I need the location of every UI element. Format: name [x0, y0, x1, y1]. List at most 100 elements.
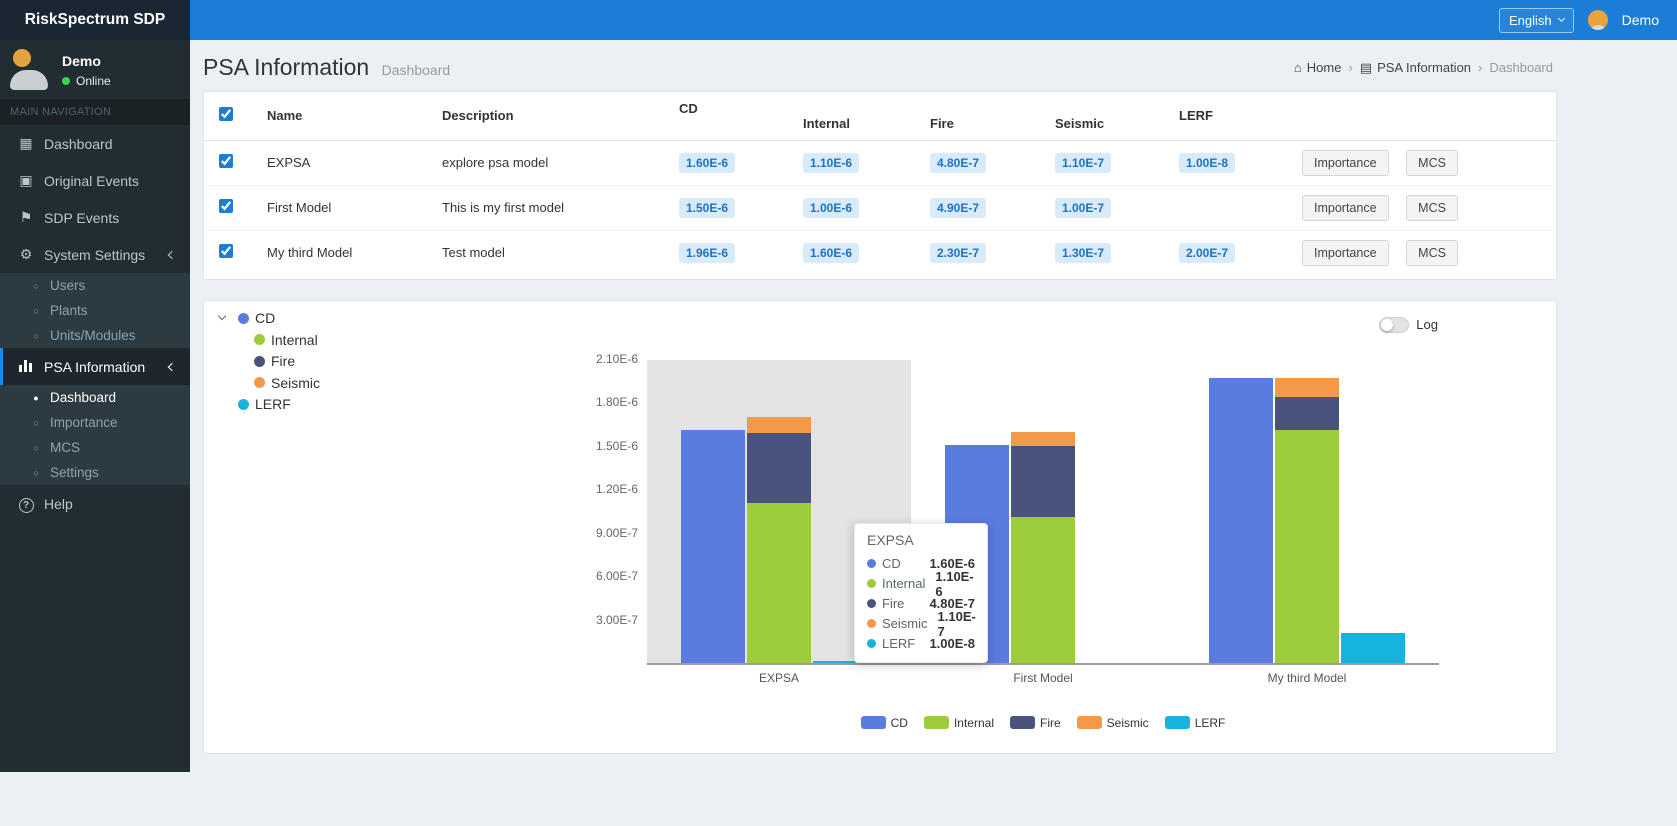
legend-item-internal[interactable]: Internal — [214, 329, 320, 351]
user-menu[interactable]: Demo — [1622, 12, 1659, 28]
main-content: PSA Information Dashboard ⌂Home › ▤PSA I… — [190, 40, 1677, 826]
sidebar-item-help[interactable]: ? Help — [0, 485, 190, 522]
sidebar-toggle-button[interactable] — [190, 0, 236, 40]
row-checkbox[interactable] — [219, 199, 233, 213]
legend-item-cd[interactable]: CD — [861, 716, 908, 730]
bar-cd-my-third-model[interactable] — [1209, 378, 1273, 663]
internal-value-badge[interactable]: 1.00E-6 — [803, 198, 859, 218]
internal-value-badge[interactable]: 1.10E-6 — [803, 153, 859, 173]
sidebar-item-users[interactable]: ○Users — [0, 273, 190, 298]
sidebar-item-sdp-events[interactable]: ⚑ SDP Events — [0, 199, 190, 236]
toggle-switch[interactable] — [1379, 317, 1409, 333]
y-tick-label: 1.80E-6 — [556, 395, 638, 409]
sidebar-item-label: Dashboard — [44, 136, 113, 152]
bar-seismic-my-third-model[interactable] — [1275, 378, 1339, 397]
seismic-value-badge[interactable]: 1.10E-7 — [1055, 153, 1111, 173]
column-header-internal[interactable]: Internal — [795, 92, 922, 140]
x-axis-label: EXPSA — [647, 671, 911, 685]
sidebar-item-settings[interactable]: ○Settings — [0, 460, 190, 485]
legend-item-fire[interactable]: Fire — [214, 351, 320, 373]
sidebar-user-name: Demo — [62, 53, 111, 69]
column-header-description[interactable]: Description — [434, 92, 671, 140]
column-header-lerf[interactable]: LERF — [1171, 92, 1294, 140]
bar-fire-my-third-model[interactable] — [1275, 397, 1339, 430]
select-all-checkbox[interactable] — [219, 107, 233, 121]
sidebar-item-psa-dashboard[interactable]: ●Dashboard — [0, 385, 190, 410]
legend-label: LERF — [1195, 716, 1226, 730]
sidebar-item-plants[interactable]: ○Plants — [0, 298, 190, 323]
internal-value-badge[interactable]: 1.60E-6 — [803, 243, 859, 263]
legend-item-fire[interactable]: Fire — [1010, 716, 1061, 730]
breadcrumb-home[interactable]: ⌂Home — [1294, 60, 1342, 75]
legend-item-internal[interactable]: Internal — [924, 716, 994, 730]
sidebar-item-dashboard[interactable]: ▦ Dashboard — [0, 125, 190, 162]
legend-item-seismic[interactable]: Seismic — [1077, 716, 1149, 730]
bar-seismic-expsa[interactable] — [747, 417, 811, 433]
importance-button[interactable]: Importance — [1302, 195, 1389, 221]
sidebar-item-system-settings[interactable]: ⚙ System Settings — [0, 236, 190, 273]
row-checkbox[interactable] — [219, 154, 233, 168]
language-dropdown[interactable]: English — [1499, 8, 1574, 33]
importance-button[interactable]: Importance — [1302, 150, 1389, 176]
row-checkbox[interactable] — [219, 244, 233, 258]
page-title-block: PSA Information Dashboard — [203, 54, 450, 81]
bar-seismic-first-model[interactable] — [1011, 432, 1075, 447]
seismic-value-badge[interactable]: 1.00E-7 — [1055, 198, 1111, 218]
app-logo[interactable]: RiskSpectrum SDP — [0, 0, 190, 40]
seismic-legend-dot — [254, 377, 265, 388]
tooltip-value: 1.10E-7 — [938, 609, 976, 639]
chevron-down-icon[interactable] — [218, 311, 226, 319]
importance-button[interactable]: Importance — [1302, 240, 1389, 266]
user-avatar[interactable] — [1588, 10, 1608, 30]
nav-section-label: MAIN NAVIGATION — [0, 99, 190, 125]
column-header-name[interactable]: Name — [259, 92, 434, 140]
bar-internal-expsa[interactable] — [747, 503, 811, 663]
mcs-button[interactable]: MCS — [1406, 150, 1458, 176]
mcs-button[interactable]: MCS — [1406, 195, 1458, 221]
tooltip-row: LERF1.00E-8 — [867, 634, 975, 654]
sidebar-item-importance[interactable]: ○Importance — [0, 410, 190, 435]
tooltip-label: Internal — [882, 576, 925, 591]
seismic-swatch — [1077, 716, 1102, 729]
legend-item-seismic[interactable]: Seismic — [214, 372, 320, 394]
bar-chart-icon — [15, 359, 37, 375]
legend-item-cd[interactable]: CD — [214, 308, 320, 330]
y-tick-label: 3.00E-7 — [556, 613, 638, 627]
tooltip-value: 1.00E-8 — [929, 636, 975, 651]
x-axis-label: My third Model — [1175, 671, 1439, 685]
breadcrumb-psa-information[interactable]: ▤PSA Information — [1360, 60, 1471, 76]
sidebar-item-original-events[interactable]: ▣ Original Events — [0, 162, 190, 199]
log-toggle-label: Log — [1416, 317, 1438, 332]
gear-icon: ⚙ — [15, 246, 37, 263]
column-header-fire[interactable]: Fire — [922, 92, 1047, 140]
internal-swatch — [924, 716, 949, 729]
legend-item-lerf[interactable]: LERF — [214, 394, 320, 416]
fire-value-badge[interactable]: 2.30E-7 — [930, 243, 986, 263]
sidebar-item-units-modules[interactable]: ○Units/Modules — [0, 323, 190, 348]
bar-fire-first-model[interactable] — [1011, 446, 1075, 517]
bar-internal-my-third-model[interactable] — [1275, 430, 1339, 662]
archive-icon: ▣ — [15, 172, 37, 189]
cd-value-badge[interactable]: 1.96E-6 — [679, 243, 735, 263]
bar-column — [1077, 360, 1141, 663]
lerf-legend-dot — [238, 399, 249, 410]
log-scale-toggle[interactable]: Log — [1379, 317, 1438, 333]
bar-cd-expsa[interactable] — [681, 430, 745, 662]
sidebar-item-psa-information[interactable]: PSA Information — [0, 348, 190, 385]
column-header-cd[interactable]: CD — [671, 92, 795, 140]
cd-value-badge[interactable]: 1.50E-6 — [679, 198, 735, 218]
bar-lerf-my-third-model[interactable] — [1341, 633, 1405, 662]
bar-fire-expsa[interactable] — [747, 433, 811, 503]
seismic-value-badge[interactable]: 1.30E-7 — [1055, 243, 1111, 263]
column-header-seismic[interactable]: Seismic — [1047, 92, 1171, 140]
bar-internal-first-model[interactable] — [1011, 517, 1075, 662]
sidebar-item-mcs[interactable]: ○MCS — [0, 435, 190, 460]
cd-value-badge[interactable]: 1.60E-6 — [679, 153, 735, 173]
lerf-value-badge[interactable]: 1.00E-8 — [1179, 153, 1235, 173]
mcs-button[interactable]: MCS — [1406, 240, 1458, 266]
lerf-value-badge[interactable]: 2.00E-7 — [1179, 243, 1235, 263]
model-name: EXPSA — [259, 140, 434, 185]
fire-value-badge[interactable]: 4.90E-7 — [930, 198, 986, 218]
legend-item-lerf[interactable]: LERF — [1165, 716, 1226, 730]
fire-value-badge[interactable]: 4.80E-7 — [930, 153, 986, 173]
